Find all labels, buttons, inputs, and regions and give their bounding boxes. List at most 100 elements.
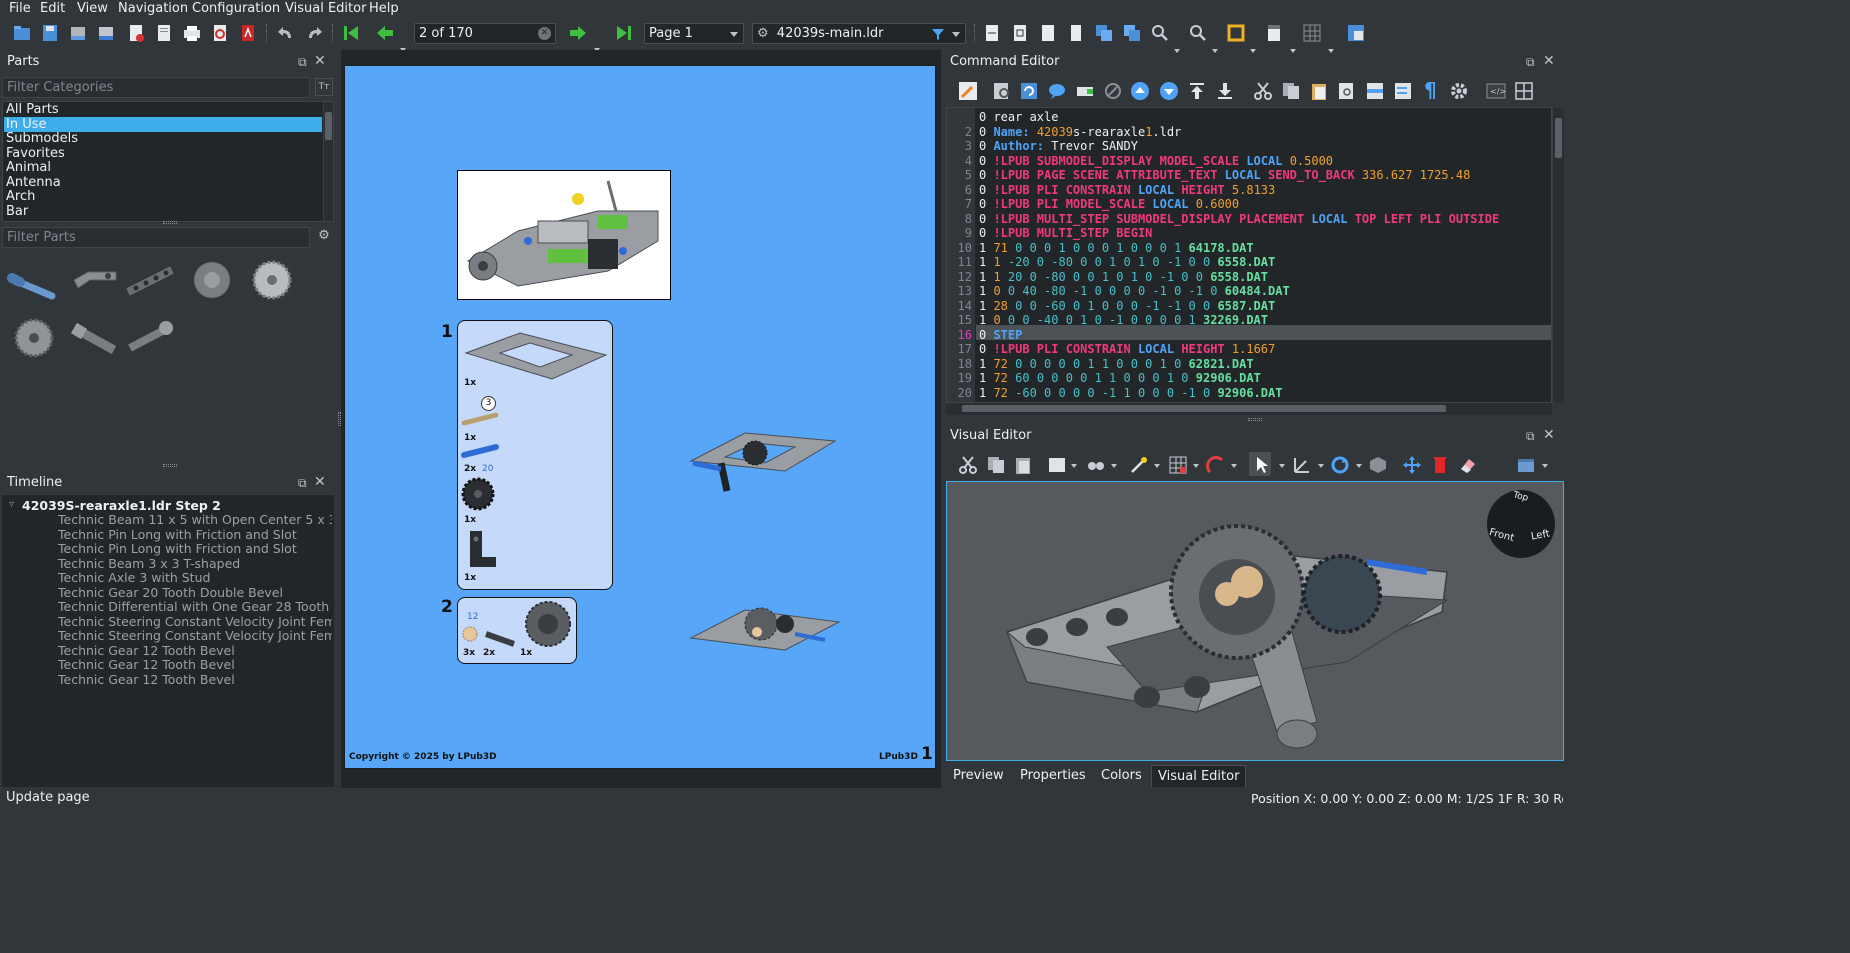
category-item[interactable]: All Parts bbox=[6, 103, 59, 117]
category-item[interactable]: Favorites bbox=[6, 146, 65, 161]
top-icon[interactable] bbox=[1187, 81, 1207, 101]
code-line[interactable]: 0 !LPUB PLI CONSTRAIN LOCAL HEIGHT 5.813… bbox=[979, 183, 1275, 197]
replace-icon[interactable] bbox=[1393, 81, 1413, 101]
gear-20-icon[interactable] bbox=[246, 258, 298, 302]
close-file-icon[interactable] bbox=[126, 23, 146, 43]
timeline-item[interactable]: Technic Pin Long with Friction and Slot bbox=[58, 542, 297, 556]
previous-page-icon[interactable] bbox=[375, 23, 395, 43]
code-line[interactable]: 1 71 0 0 0 1 0 0 0 1 0 0 0 1 64178.DAT bbox=[979, 241, 1254, 255]
fit-height-icon[interactable] bbox=[1038, 23, 1058, 43]
parts-list-step-2[interactable]: 12 3x 2x 1x bbox=[457, 597, 577, 664]
chevron-down-icon[interactable] bbox=[1071, 464, 1077, 468]
menu-navigation[interactable]: Navigation bbox=[118, 1, 188, 16]
eraser-icon[interactable] bbox=[1458, 455, 1478, 475]
code-line[interactable]: 0 !LPUB PLI CONSTRAIN LOCAL HEIGHT 1.166… bbox=[979, 342, 1275, 356]
chevron-down-icon[interactable] bbox=[1231, 464, 1237, 468]
timeline-item[interactable]: Technic Gear 12 Tooth Bevel bbox=[58, 658, 235, 672]
chevron-down-icon[interactable] bbox=[1318, 464, 1324, 468]
axle-pin-icon[interactable] bbox=[6, 258, 58, 302]
menu-edit[interactable]: Edit bbox=[40, 1, 65, 16]
beam-chain-icon[interactable] bbox=[124, 258, 176, 302]
copy-icon[interactable] bbox=[986, 455, 1006, 475]
filter-icon[interactable] bbox=[931, 27, 945, 41]
viewcube[interactable]: Top Front Left bbox=[1487, 490, 1555, 558]
code-line[interactable]: 1 72 0 0 0 0 0 1 1 0 0 0 1 0 62821.DAT bbox=[979, 357, 1254, 371]
filter-parts-input[interactable]: Filter Parts bbox=[2, 227, 310, 248]
snap-grid-icon[interactable] bbox=[1168, 455, 1188, 475]
chevron-down-icon[interactable] bbox=[1193, 464, 1199, 468]
paste-icon[interactable] bbox=[1309, 81, 1329, 101]
grid-icon[interactable] bbox=[1302, 23, 1322, 43]
tab-properties[interactable]: Properties bbox=[1014, 765, 1092, 787]
submodel-preview[interactable] bbox=[457, 170, 671, 300]
cv-joint-long-icon[interactable] bbox=[124, 314, 176, 358]
timeline-item[interactable]: Technic Gear 12 Tooth Bevel bbox=[58, 673, 235, 687]
open-file-icon[interactable] bbox=[12, 23, 32, 43]
tab-colors[interactable]: Colors bbox=[1095, 765, 1148, 787]
chevron-down-icon[interactable] bbox=[1154, 464, 1160, 468]
step-1-assembly[interactable] bbox=[685, 421, 840, 496]
close-icon[interactable]: ✕ bbox=[1543, 53, 1555, 69]
code-line[interactable]: 1 28 0 0 -60 0 1 0 0 0 -1 -1 0 0 6587.DA… bbox=[979, 299, 1275, 313]
category-item[interactable]: Submodels bbox=[6, 132, 78, 146]
timeline-item[interactable]: Technic Differential with One Gear 28 To… bbox=[58, 600, 332, 614]
refresh-icon[interactable] bbox=[1019, 81, 1039, 101]
paste-icon[interactable] bbox=[1013, 455, 1033, 475]
find-parts-icon[interactable] bbox=[1086, 455, 1106, 475]
zoom-fit-icon[interactable] bbox=[1122, 23, 1142, 43]
menu-configuration[interactable]: Configuration bbox=[192, 1, 280, 16]
step-2-assembly[interactable] bbox=[685, 594, 845, 666]
category-scrollbar[interactable] bbox=[323, 102, 333, 221]
timeline-item[interactable]: Technic Gear 12 Tooth Bevel bbox=[58, 644, 235, 658]
float-panel-icon[interactable]: ⧉ bbox=[1526, 429, 1535, 444]
export-png-icon[interactable] bbox=[210, 23, 230, 43]
insert-icon[interactable] bbox=[1368, 455, 1388, 475]
copy-icon[interactable] bbox=[1281, 81, 1301, 101]
code-view-icon[interactable]: </> bbox=[1486, 81, 1506, 101]
menu-view[interactable]: View bbox=[77, 1, 108, 16]
page-setup-menu-arrow[interactable] bbox=[1290, 49, 1296, 53]
tree-expand-icon[interactable]: ▿ bbox=[9, 499, 14, 510]
code-line[interactable]: 0 Name: 42039s-rearaxle1.ldr bbox=[979, 125, 1181, 139]
page-number-input[interactable]: 2 of 170 ✕ bbox=[414, 23, 556, 44]
code-line[interactable]: 0 !LPUB SUBMODEL_DISPLAY MODEL_SCALE LOC… bbox=[979, 154, 1333, 168]
chevron-down-icon[interactable] bbox=[1279, 464, 1285, 468]
chevron-down-icon[interactable] bbox=[1356, 464, 1362, 468]
timeline-item[interactable]: Technic Steering Constant Velocity Joint… bbox=[58, 629, 332, 643]
comment-icon[interactable] bbox=[1047, 81, 1067, 101]
code-line[interactable]: 0 !LPUB MULTI_STEP BEGIN bbox=[979, 226, 1152, 240]
code-line[interactable]: 1 1 -20 0 -80 0 0 1 0 1 0 -1 0 0 6558.DA… bbox=[979, 255, 1275, 269]
float-panel-icon[interactable]: ⧉ bbox=[298, 476, 307, 491]
timeline-item[interactable]: Technic Beam 3 x 3 T-shaped bbox=[58, 557, 240, 571]
fit-visible-icon[interactable] bbox=[1010, 23, 1030, 43]
splitter-handle[interactable] bbox=[163, 464, 177, 467]
code-line[interactable]: 1 1 20 0 -80 0 0 1 0 1 0 -1 0 0 6558.DAT bbox=[979, 270, 1268, 284]
print-preview-icon[interactable] bbox=[154, 23, 174, 43]
zoom-scene-icon[interactable] bbox=[1094, 23, 1114, 43]
show-all-chars-icon[interactable]: ¶ bbox=[1424, 78, 1437, 102]
scene-ruler-menu-arrow[interactable] bbox=[1250, 49, 1256, 53]
menu-help[interactable]: Help bbox=[369, 1, 399, 16]
move-down-icon[interactable] bbox=[1159, 81, 1179, 101]
select-cursor-icon[interactable] bbox=[1253, 455, 1273, 475]
code-horizontal-scrollbar[interactable] bbox=[946, 403, 1552, 415]
save-copy-icon[interactable] bbox=[96, 23, 116, 43]
preview-line-icon[interactable] bbox=[992, 81, 1012, 101]
model-select[interactable]: ⚙ 42039s-main.ldr bbox=[752, 23, 966, 44]
insert-line-icon[interactable] bbox=[1075, 81, 1095, 101]
code-line[interactable]: 0 rear axle bbox=[979, 110, 1058, 124]
magic-wand-icon[interactable] bbox=[1129, 455, 1149, 475]
scene-items-icon[interactable] bbox=[1346, 23, 1366, 43]
code-line[interactable]: 1 0 0 40 -80 -1 0 0 0 0 -1 0 -1 0 60484.… bbox=[979, 284, 1290, 298]
code-line[interactable]: 0 STEP bbox=[979, 328, 1022, 342]
parts-list-step-1[interactable]: 1x 3 1x 2x 20 1x 1x bbox=[457, 320, 613, 590]
timeline-item[interactable]: Technic Gear 20 Tooth Double Bevel bbox=[58, 586, 283, 600]
delete-icon[interactable] bbox=[1430, 455, 1450, 475]
grid-menu-arrow[interactable] bbox=[1328, 49, 1334, 53]
settings-icon[interactable]: ⚙ bbox=[315, 228, 333, 246]
snap-angle-icon[interactable] bbox=[1206, 455, 1226, 475]
category-item[interactable]: Bar bbox=[6, 204, 28, 219]
save-as-icon[interactable] bbox=[68, 23, 88, 43]
timeline-item[interactable]: Technic Pin Long with Friction and Slot bbox=[58, 528, 297, 542]
actual-size-icon[interactable] bbox=[1066, 23, 1086, 43]
